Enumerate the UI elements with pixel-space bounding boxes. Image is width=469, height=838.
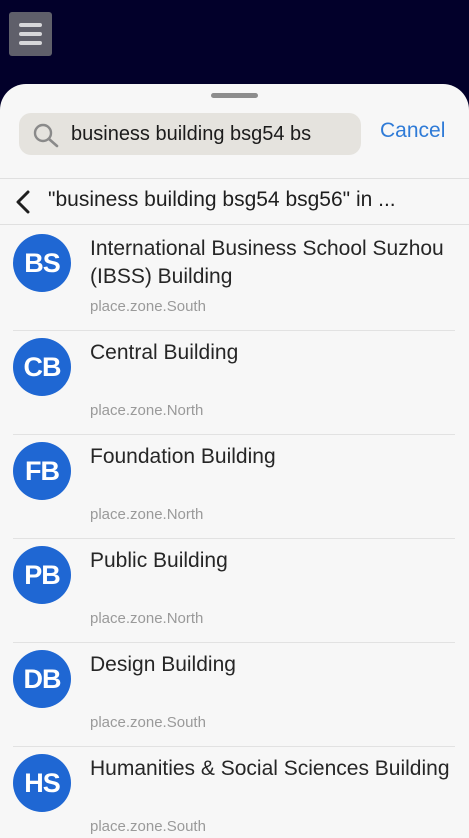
- avatar: FB: [13, 442, 71, 500]
- place-zone: place.zone.North: [90, 610, 204, 627]
- search-input[interactable]: [71, 113, 356, 155]
- list-item[interactable]: PB Public Building place.zone.North: [0, 539, 469, 643]
- list-item[interactable]: BS International Business School Suzhou (…: [0, 227, 469, 331]
- avatar: HS: [13, 754, 71, 812]
- hamburger-menu-icon: [19, 23, 42, 27]
- avatar: CB: [13, 338, 71, 396]
- place-name: Design Building: [90, 653, 236, 676]
- avatar: DB: [13, 650, 71, 708]
- results-title: "business building bsg54 bsg56" in ...: [48, 188, 396, 211]
- menu-button[interactable]: [9, 12, 52, 56]
- place-name: Central Building: [90, 341, 239, 364]
- place-zone: place.zone.North: [90, 506, 204, 523]
- list-item[interactable]: HS Humanities & Social Sciences Building p…: [0, 747, 469, 838]
- search-sheet: Cancel "business building bsg54 bsg56" i…: [0, 84, 469, 838]
- top-bar: [0, 0, 469, 90]
- place-name: Foundation Building: [90, 445, 276, 468]
- results-header: "business building bsg54 bsg56" in ...: [0, 180, 469, 224]
- search-icon: [33, 123, 59, 148]
- divider: [0, 224, 469, 225]
- cancel-button[interactable]: Cancel: [380, 119, 445, 143]
- list-item[interactable]: DB Design Building place.zone.South: [0, 643, 469, 747]
- place-zone: place.zone.South: [90, 714, 206, 731]
- place-zone: place.zone.South: [90, 818, 206, 835]
- list-item[interactable]: FB Foundation Building place.zone.North: [0, 435, 469, 539]
- list-item[interactable]: CB Central Building place.zone.North: [0, 331, 469, 435]
- place-name: Humanities & Social Sciences Building: [90, 757, 450, 780]
- place-name: International Business School Suzhou (IB…: [90, 237, 444, 288]
- hamburger-menu-line: [19, 32, 42, 36]
- results-list: BS International Business School Suzhou (…: [0, 227, 469, 838]
- place-zone: place.zone.North: [90, 402, 204, 419]
- divider: [0, 178, 469, 179]
- avatar: PB: [13, 546, 71, 604]
- chevron-left-icon[interactable]: [13, 190, 33, 214]
- place-name: Public Building: [90, 549, 228, 572]
- search-box[interactable]: [19, 113, 361, 155]
- sheet-grab-handle[interactable]: [211, 93, 258, 98]
- hamburger-menu-line: [19, 41, 42, 45]
- place-zone: place.zone.South: [90, 298, 206, 315]
- avatar: BS: [13, 234, 71, 292]
